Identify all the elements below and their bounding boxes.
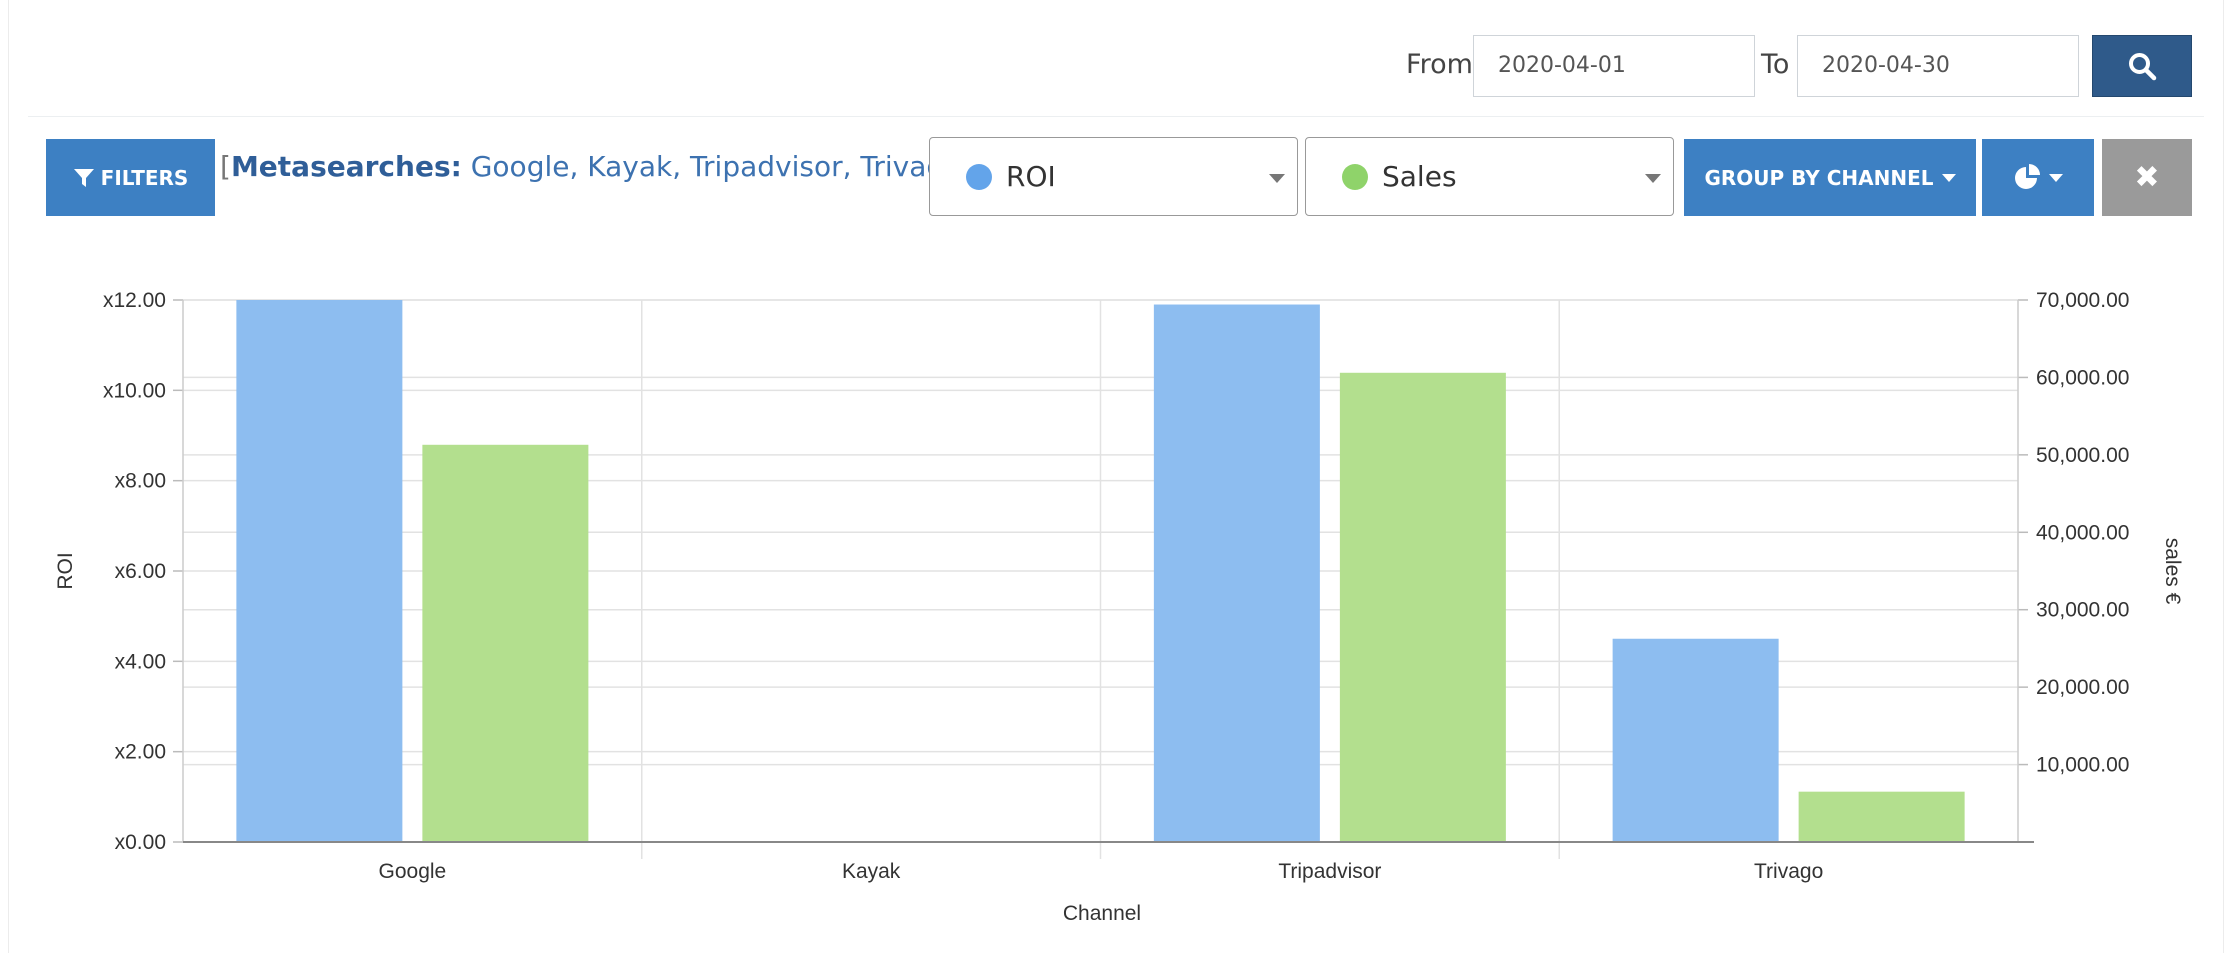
y-tick-label-left: x6.00 xyxy=(115,560,166,583)
y-tick-label-left: x12.00 xyxy=(103,289,166,312)
y-tick-label-right: 40,000.00 xyxy=(2036,521,2129,544)
y-tick-label-left: x8.00 xyxy=(115,470,166,493)
y-tick-label-right: 50,000.00 xyxy=(2036,444,2129,467)
bar-sales xyxy=(1798,791,1965,842)
y-tick-label-left: x2.00 xyxy=(115,741,166,764)
bar-sales xyxy=(422,444,589,842)
y-axis-title-left: ROI xyxy=(54,552,77,589)
y-tick-label-left: x4.00 xyxy=(115,650,166,673)
x-tick-label: Kayak xyxy=(842,860,901,883)
x-tick-label: Tripadvisor xyxy=(1278,860,1381,883)
bar-sales xyxy=(1339,372,1506,842)
y-tick-label-right: 20,000.00 xyxy=(2036,676,2129,699)
bar-roi xyxy=(1153,304,1320,842)
roi-sales-chart: x0.00 x2.00 x4.00 x6.00 x8.00 x10.00 x12.00 10,… xyxy=(54,289,2184,925)
x-tick-label: Trivago xyxy=(1754,860,1823,883)
y-tick-label-right: 10,000.00 xyxy=(2036,754,2129,777)
bar-roi xyxy=(1612,638,1779,842)
y-tick-label-right: 70,000.00 xyxy=(2036,289,2129,312)
y-axis-title-right: sales € xyxy=(2161,538,2184,605)
x-axis-title: Channel xyxy=(1063,902,1141,925)
y-tick-label-left: x0.00 xyxy=(115,831,166,854)
bar-roi xyxy=(236,300,403,842)
y-tick-label-right: 60,000.00 xyxy=(2036,366,2129,389)
y-tick-label-right: 30,000.00 xyxy=(2036,599,2129,622)
x-tick-label: Google xyxy=(379,860,447,883)
y-tick-label-left: x10.00 xyxy=(103,379,166,402)
